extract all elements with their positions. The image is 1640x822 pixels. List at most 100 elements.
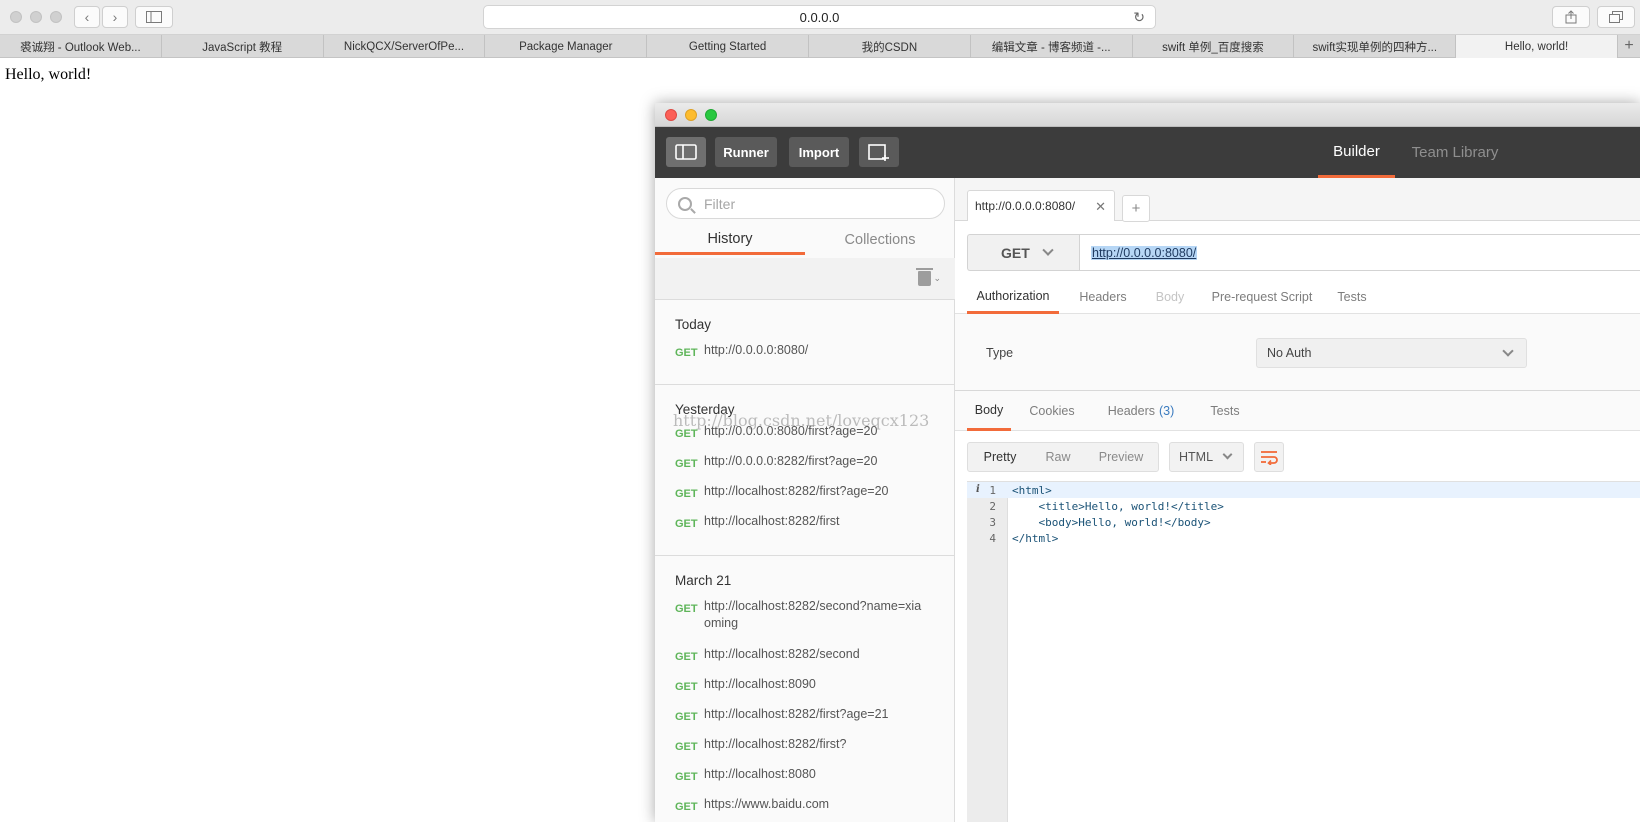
runner-button[interactable]: Runner (715, 137, 777, 167)
history-group: March 21 GET http://localhost:8282/secon… (655, 556, 955, 822)
new-tab-button[interactable]: + (1618, 35, 1640, 57)
sidebar-toggle-button[interactable] (135, 6, 173, 28)
history-item[interactable]: GET http://localhost:8090 (655, 676, 955, 706)
browser-tab[interactable]: Getting Started (647, 35, 809, 58)
history-item[interactable]: GET http://localhost:8282/first (655, 513, 955, 543)
history-url: http://localhost:8282/second?name=xiaomi… (704, 599, 922, 630)
chevron-left-icon: ‹ (84, 9, 90, 25)
language-dropdown[interactable]: HTML (1169, 442, 1244, 472)
tab-overview-icon (1609, 11, 1623, 23)
postman-titlebar (655, 103, 1640, 127)
history-item[interactable]: GET http://localhost:8282/first?age=20 (655, 483, 955, 513)
history-url: http://localhost:8282/second (704, 647, 860, 661)
tab-team-library[interactable]: Team Library (1400, 127, 1510, 178)
history-item[interactable]: GET http://localhost:8282/first?age=21 (655, 706, 955, 736)
back-button[interactable]: ‹ (74, 6, 100, 28)
new-window-button[interactable] (859, 137, 899, 167)
minimize-window-icon[interactable] (30, 11, 42, 23)
tab-headers[interactable]: Headers (1067, 280, 1139, 314)
code-line: 3 <body>Hello, world!</body> (967, 514, 1640, 530)
browser-tab[interactable]: JavaScript 教程 (162, 35, 324, 58)
format-toggle: Pretty Raw Preview (967, 442, 1159, 472)
line-number: i1 (967, 484, 1008, 497)
browser-tab-bar: 裘诚翔 - Outlook Web... JavaScript 教程 NickQ… (0, 35, 1640, 58)
method-label: GET (675, 801, 698, 813)
history-item[interactable]: GET http://localhost:8080 (655, 766, 955, 796)
response-tabs: Body Cookies Headers (3) Tests (955, 391, 1640, 431)
line-number: 2 (989, 499, 996, 513)
auth-type-dropdown[interactable]: No Auth (1256, 338, 1527, 368)
postman-window: Runner Import Builder Team Library Histo… (655, 103, 1640, 822)
zoom-window-icon[interactable] (705, 109, 717, 121)
tab-history[interactable]: History (655, 225, 805, 255)
history-item[interactable]: GET http://localhost:8282/first? (655, 736, 955, 766)
tab-authorization[interactable]: Authorization (967, 280, 1059, 314)
method-label: GET (675, 603, 698, 615)
minimize-window-icon[interactable] (685, 109, 697, 121)
response-code-view[interactable]: i1 <html> 2 <title>Hello, world!</title>… (967, 481, 1640, 822)
toggle-sidebar-button[interactable] (666, 137, 706, 167)
forward-button[interactable]: › (102, 6, 128, 28)
tab-response-body[interactable]: Body (967, 391, 1011, 431)
reload-icon[interactable]: ↻ (1133, 9, 1145, 26)
sidebar-icon (675, 144, 697, 160)
history-url: http://localhost:8282/first?age=20 (704, 484, 889, 498)
address-bar[interactable]: 0.0.0.0 ↻ (483, 5, 1156, 29)
request-tab[interactable]: http://0.0.0.0:8080/ ✕ (967, 190, 1115, 221)
preview-button[interactable]: Preview (1084, 443, 1158, 471)
history-item[interactable]: GET http://localhost:8282/second (655, 646, 955, 676)
code-line: 2 <title>Hello, world!</title> (967, 498, 1640, 514)
close-window-icon[interactable] (10, 11, 22, 23)
wrap-lines-button[interactable] (1254, 442, 1284, 472)
sidebar-icon (146, 11, 162, 23)
add-tab-button[interactable]: + (1122, 195, 1150, 222)
share-button[interactable] (1552, 6, 1590, 28)
close-window-icon[interactable] (665, 109, 677, 121)
raw-button[interactable]: Raw (1032, 443, 1084, 471)
new-window-icon (868, 144, 889, 161)
browser-tab-active[interactable]: Hello, world! (1456, 35, 1618, 58)
method-label: GET (675, 741, 698, 753)
history-item[interactable]: GET http://localhost:8282/second?name=xi… (655, 598, 955, 646)
auth-type-value: No Auth (1267, 346, 1312, 360)
method-label: GET (675, 488, 698, 500)
info-icon: i (976, 483, 980, 495)
browser-tab[interactable]: NickQCX/ServerOfPe... (324, 35, 486, 58)
code-line: i1 <html> (967, 482, 1640, 498)
history-item[interactable]: GET http://0.0.0.0:8282/first?age=20 (655, 453, 955, 483)
tab-response-tests[interactable]: Tests (1203, 391, 1247, 431)
browser-tab[interactable]: swift 单例_百度搜索 (1133, 35, 1295, 58)
tab-collections[interactable]: Collections (805, 225, 955, 255)
browser-tab[interactable]: 裘诚翔 - Outlook Web... (0, 35, 162, 58)
history-item[interactable]: GET https://www.baidu.com (655, 796, 955, 822)
trash-icon[interactable] (916, 268, 933, 286)
chevron-down-icon (1042, 244, 1054, 256)
history-url: http://localhost:8080 (704, 767, 816, 781)
wrap-lines-icon (1261, 451, 1278, 465)
import-button[interactable]: Import (789, 137, 849, 167)
browser-tab[interactable]: 我的CSDN (809, 35, 971, 58)
browser-tab[interactable]: Package Manager (485, 35, 648, 58)
tab-cookies[interactable]: Cookies (1021, 391, 1083, 431)
auth-type-label: Type (986, 346, 1014, 360)
chevron-down-icon (1222, 449, 1233, 460)
browser-tab[interactable]: swift实现单例的四种方... (1294, 35, 1457, 58)
filter-input[interactable] (704, 195, 924, 212)
tab-body[interactable]: Body (1145, 280, 1195, 314)
browser-tab[interactable]: 编辑文章 - 博客频道 -... (971, 35, 1133, 58)
history-list: Today GET http://0.0.0.0:8080/ Yesterday… (655, 300, 955, 822)
zoom-window-icon[interactable] (50, 11, 62, 23)
tab-builder[interactable]: Builder (1318, 127, 1395, 178)
chevron-down-icon[interactable]: ⌄ (933, 273, 941, 284)
close-icon[interactable]: ✕ (1095, 199, 1106, 215)
tab-overview-button[interactable] (1597, 6, 1635, 28)
history-item[interactable]: GET http://0.0.0.0:8080/ (655, 342, 955, 372)
plus-icon: + (1131, 200, 1141, 217)
tab-response-headers[interactable]: Headers (3) (1091, 391, 1191, 431)
tab-pre-request-script[interactable]: Pre-request Script (1201, 280, 1323, 314)
url-input[interactable]: http://0.0.0.0:8080/ (1079, 234, 1640, 271)
method-dropdown[interactable]: GET (967, 234, 1079, 271)
pretty-button[interactable]: Pretty (968, 443, 1032, 471)
method-label: GET (675, 681, 698, 693)
tab-tests[interactable]: Tests (1327, 280, 1377, 314)
